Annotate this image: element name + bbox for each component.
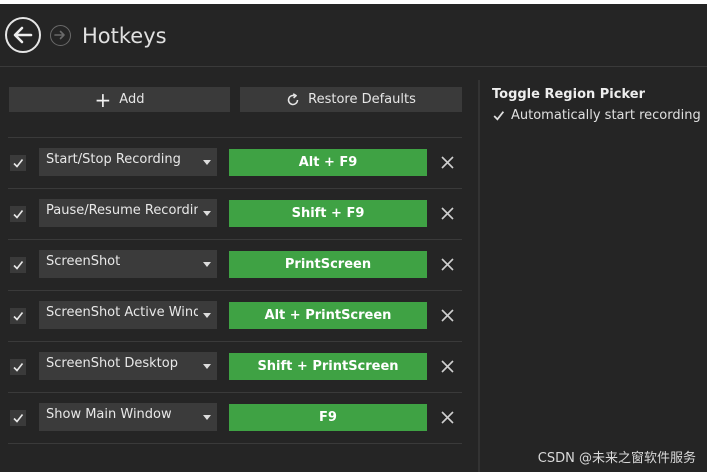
restore-defaults-button[interactable]: Restore Defaults: [240, 87, 462, 112]
hotkey-enabled-checkbox[interactable]: [10, 359, 26, 375]
hotkey-binding-button[interactable]: Alt + F9: [229, 149, 427, 176]
watermark: CSDN @未来之窗软件服务: [537, 451, 696, 466]
check-icon: [13, 261, 24, 270]
plus-icon: +: [94, 87, 112, 112]
hotkey-enabled-checkbox[interactable]: [10, 257, 26, 273]
action-dropdown[interactable]: ScreenShot Active Window: [39, 301, 217, 329]
forward-button[interactable]: [50, 25, 71, 46]
check-icon: [13, 159, 24, 168]
close-icon[interactable]: [440, 359, 455, 374]
check-icon: [13, 210, 24, 219]
hotkey-binding-button[interactable]: Shift + PrintScreen: [229, 353, 427, 380]
side-panel-title: Toggle Region Picker: [492, 87, 645, 102]
caret-down-icon: [203, 313, 211, 318]
hotkey-enabled-checkbox[interactable]: [10, 206, 26, 222]
arrow-right-icon: [54, 30, 65, 40]
caret-down-icon: [203, 211, 211, 216]
hotkey-row: ScreenShot PrintScreen: [8, 239, 462, 290]
page-header: Hotkeys: [0, 4, 707, 66]
action-label: ScreenShot: [46, 254, 121, 269]
action-dropdown[interactable]: Pause/Resume Recording: [39, 199, 217, 227]
action-dropdown[interactable]: ScreenShot: [39, 250, 217, 278]
hotkey-row: Pause/Resume Recording Shift + F9: [8, 188, 462, 239]
hotkey-row: ScreenShot Desktop Shift + PrintScreen: [8, 341, 462, 392]
arrow-left-icon: [13, 26, 33, 44]
refresh-icon: [287, 92, 299, 105]
close-icon[interactable]: [440, 308, 455, 323]
hotkey-row: Show Main Window F9: [8, 392, 462, 444]
hotkey-row: Start/Stop Recording Alt + F9: [8, 137, 462, 188]
check-icon: [13, 312, 24, 321]
hotkey-enabled-checkbox[interactable]: [10, 410, 26, 426]
caret-down-icon: [203, 415, 211, 420]
action-label: Show Main Window: [46, 407, 172, 422]
add-button-label: Add: [119, 92, 145, 107]
hotkey-binding-button[interactable]: PrintScreen: [229, 251, 427, 278]
caret-down-icon: [203, 160, 211, 165]
hotkey-list: Start/Stop Recording Alt + F9 Pause/Resu…: [8, 137, 462, 444]
hotkey-binding-button[interactable]: F9: [229, 404, 427, 431]
action-label: ScreenShot Desktop: [46, 356, 178, 371]
back-button[interactable]: [5, 17, 41, 53]
auto-start-recording-label: Automatically start recording: [511, 108, 701, 123]
action-dropdown[interactable]: Show Main Window: [39, 403, 217, 431]
hotkey-row: ScreenShot Active Window Alt + PrintScre…: [8, 290, 462, 341]
hotkey-enabled-checkbox[interactable]: [10, 155, 26, 171]
action-dropdown[interactable]: ScreenShot Desktop: [39, 352, 217, 380]
check-icon: [493, 111, 505, 121]
action-label: Pause/Resume Recording: [46, 203, 198, 218]
action-dropdown[interactable]: Start/Stop Recording: [39, 148, 217, 176]
hotkeys-panel: + Add Restore Defaults Start/Stop Record…: [0, 67, 478, 472]
close-icon[interactable]: [440, 257, 455, 272]
check-icon: [13, 363, 24, 372]
action-label: Start/Stop Recording: [46, 152, 181, 167]
hotkey-binding-button[interactable]: Shift + F9: [229, 200, 427, 227]
page-title: Hotkeys: [82, 24, 167, 48]
close-icon[interactable]: [440, 410, 455, 425]
restore-defaults-label: Restore Defaults: [308, 92, 416, 107]
action-label: ScreenShot Active Window: [46, 305, 198, 320]
caret-down-icon: [203, 262, 211, 267]
add-button[interactable]: + Add: [9, 87, 230, 112]
hotkey-binding-button[interactable]: Alt + PrintScreen: [229, 302, 427, 329]
close-icon[interactable]: [440, 155, 455, 170]
close-icon[interactable]: [440, 206, 455, 221]
check-icon: [13, 414, 24, 423]
auto-start-recording-option[interactable]: Automatically start recording: [492, 108, 701, 123]
hotkey-enabled-checkbox[interactable]: [10, 308, 26, 324]
caret-down-icon: [203, 364, 211, 369]
side-panel: Toggle Region Picker Automatically start…: [480, 67, 707, 472]
